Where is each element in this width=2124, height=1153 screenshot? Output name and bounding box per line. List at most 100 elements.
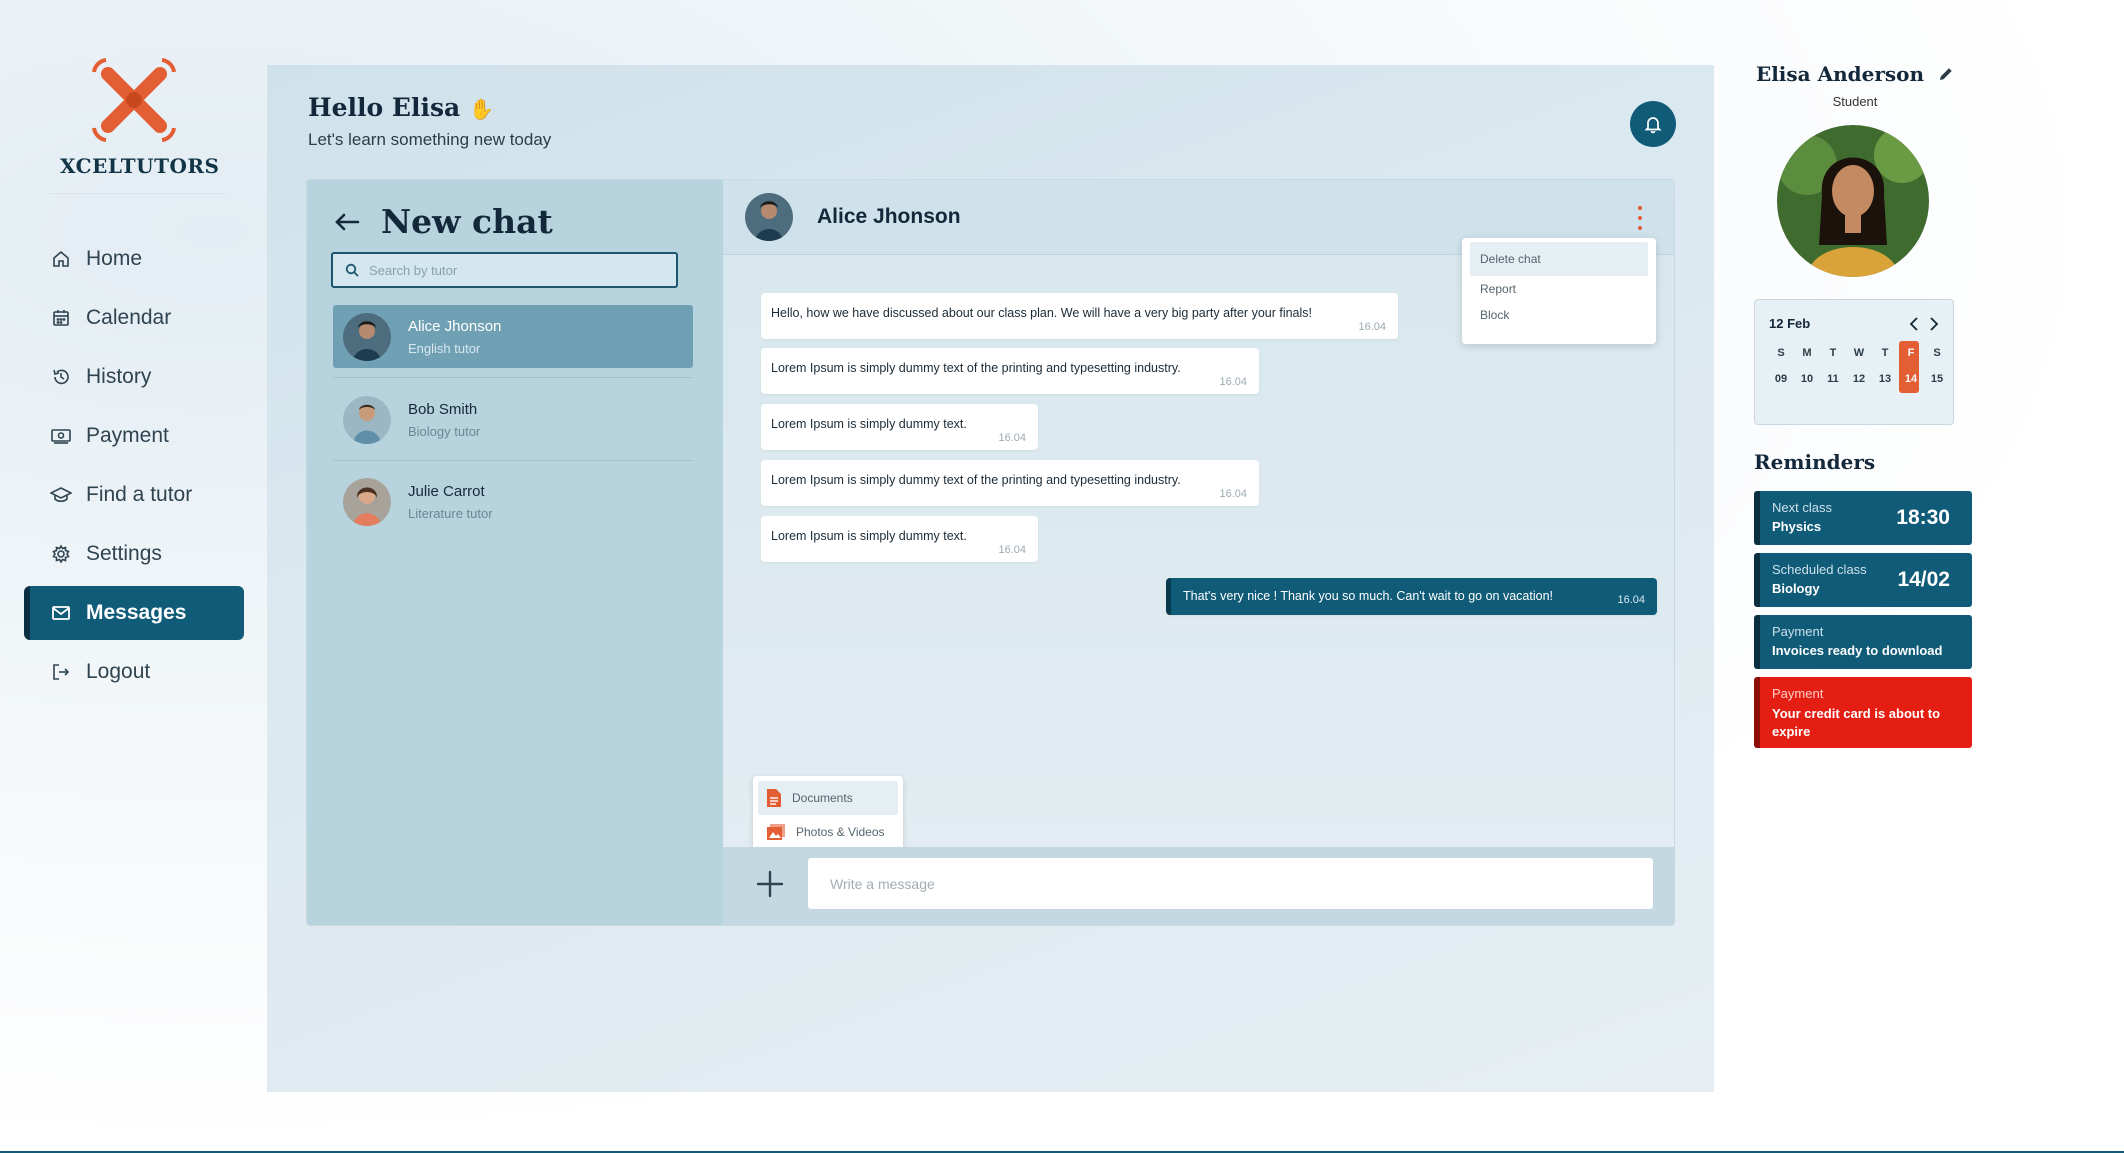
message-text: That's very nice ! Thank you so much. Ca… xyxy=(1183,589,1554,603)
tutor-role: English tutor xyxy=(408,340,481,356)
message-bubble: Lorem Ipsum is simply dummy text. 16.04 xyxy=(761,404,1038,450)
main-panel: Hello Elisa ✋ Let's learn something new … xyxy=(267,65,1714,1092)
message-text: Lorem Ipsum is simply dummy text of the … xyxy=(771,473,1181,487)
calendar-day[interactable]: 09 xyxy=(1769,371,1793,387)
brand-logo[interactable]: XCELTUTORS xyxy=(60,52,219,178)
chevron-left-icon[interactable] xyxy=(1909,316,1919,331)
calendar-day[interactable]: 12 xyxy=(1847,371,1871,387)
waving-hand-icon: ✋ xyxy=(468,97,494,121)
chevron-right-icon[interactable] xyxy=(1929,316,1939,331)
message-time: 16.04 xyxy=(1219,488,1247,500)
tutor-item-bob[interactable]: Bob Smith Biology tutor xyxy=(333,388,693,451)
nav-item-settings[interactable]: Settings xyxy=(24,527,244,581)
message-text: Lorem Ipsum is simply dummy text of the … xyxy=(771,361,1181,375)
tutor-item-alice[interactable]: Alice Jhonson English tutor xyxy=(333,305,693,368)
avatar xyxy=(343,477,391,526)
attach-documents[interactable]: Documents xyxy=(758,781,898,815)
calendar-day-selected[interactable]: 14 xyxy=(1899,371,1923,387)
calendar-day[interactable]: 15 xyxy=(1925,371,1949,387)
reminder-value: Your credit card is about to expire xyxy=(1772,706,1941,739)
message-time: 16.04 xyxy=(1219,376,1247,388)
photos-icon xyxy=(767,824,785,840)
gear-icon xyxy=(50,543,72,565)
calendar-day[interactable]: 11 xyxy=(1821,371,1845,387)
tutor-name: Bob Smith xyxy=(408,400,478,418)
profile-name: Elisa Anderson xyxy=(1755,62,1925,86)
reminder-time: 18:30 xyxy=(1896,506,1950,529)
plus-icon[interactable] xyxy=(755,869,785,899)
greeting-subtitle: Let's learn something new today xyxy=(308,130,552,149)
message-input[interactable] xyxy=(808,858,1653,909)
profile-role: Student xyxy=(1832,94,1878,109)
reminder-kind: Payment xyxy=(1772,686,1824,701)
menu-item-block[interactable]: Block xyxy=(1470,302,1648,328)
message-time: 16.04 xyxy=(998,544,1026,556)
message-text: Lorem Ipsum is simply dummy text. xyxy=(771,529,967,543)
chat-options-menu: Delete chat Report Block xyxy=(1462,238,1656,344)
menu-item-report[interactable]: Report xyxy=(1470,276,1648,302)
home-icon xyxy=(50,248,72,270)
bell-icon xyxy=(1644,117,1662,134)
contact-name: Alice Jhonson xyxy=(817,205,961,228)
document-icon xyxy=(767,789,781,807)
menu-item-delete-chat[interactable]: Delete chat xyxy=(1470,242,1648,276)
weekday-label: S xyxy=(1777,347,1785,359)
attach-photos-videos[interactable]: Photos & Videos xyxy=(758,815,898,849)
nav-label: Settings xyxy=(86,542,162,565)
reminder-scheduled-class[interactable]: Scheduled class Biology 14/02 xyxy=(1754,553,1972,607)
more-options-icon[interactable] xyxy=(1636,206,1644,230)
nav-label: Payment xyxy=(86,424,169,447)
mini-calendar: 12 Feb S M T W T F S 09 10 11 12 13 14 1… xyxy=(1754,299,1954,425)
avatar xyxy=(343,395,391,444)
back-arrow-icon[interactable] xyxy=(333,210,361,234)
message-bubble: Lorem Ipsum is simply dummy text of the … xyxy=(761,348,1259,394)
reminder-kind: Payment xyxy=(1772,624,1824,639)
message-text: Hello, how we have discussed about our c… xyxy=(771,306,1313,320)
greeting-title: Hello Elisa ✋ xyxy=(308,93,494,122)
notifications-button[interactable] xyxy=(1630,101,1676,147)
payment-icon xyxy=(50,425,72,447)
sidebar-nav: Home Calendar History Payment Find a tut… xyxy=(24,232,244,704)
nav-item-home[interactable]: Home xyxy=(24,232,244,286)
nav-item-find-tutor[interactable]: Find a tutor xyxy=(24,468,244,522)
greeting: Hello Elisa ✋ Let's learn something new … xyxy=(308,93,551,150)
reminder-payment-card-expiry[interactable]: Payment Your credit card is about to exp… xyxy=(1754,677,1972,748)
nav-label: Messages xyxy=(86,601,187,624)
new-chat-title: New chat xyxy=(381,202,553,241)
message-bubble: Lorem Ipsum is simply dummy text. 16.04 xyxy=(761,516,1038,562)
nav-item-logout[interactable]: Logout xyxy=(24,645,244,699)
contact-avatar xyxy=(745,193,793,241)
calendar-day[interactable]: 13 xyxy=(1873,371,1897,387)
calendar-day[interactable]: 10 xyxy=(1795,371,1819,387)
mail-icon xyxy=(50,602,72,624)
message-time: 16.04 xyxy=(998,432,1026,444)
nav-item-messages[interactable]: Messages xyxy=(24,586,244,640)
weekday-label: W xyxy=(1853,347,1865,359)
tutor-search xyxy=(331,252,678,288)
nav-item-calendar[interactable]: Calendar xyxy=(24,291,244,345)
message-composer xyxy=(723,847,1674,925)
reminder-next-class[interactable]: Next class Physics 18:30 xyxy=(1754,491,1972,545)
nav-label: History xyxy=(86,365,152,388)
outgoing-message-bubble: That's very nice ! Thank you so much. Ca… xyxy=(1166,578,1657,615)
avatar xyxy=(343,312,391,361)
reminder-payment-invoices[interactable]: Payment Invoices ready to download xyxy=(1754,615,1972,669)
nav-item-history[interactable]: History xyxy=(24,350,244,404)
chat-card: New chat Alice Jhonson English tutor xyxy=(306,179,1675,926)
logout-icon xyxy=(50,661,72,683)
search-input[interactable] xyxy=(369,262,669,278)
tutor-role: Literature tutor xyxy=(408,505,493,521)
tutor-name: Julie Carrot xyxy=(408,482,485,500)
divider xyxy=(333,377,693,378)
edit-pencil-icon[interactable] xyxy=(1938,66,1954,82)
nav-label: Find a tutor xyxy=(86,483,193,506)
weekday-label: T xyxy=(1881,347,1889,359)
nav-item-payment[interactable]: Payment xyxy=(24,409,244,463)
reminder-value: Invoices ready to download xyxy=(1772,643,1943,658)
message-time: 16.04 xyxy=(1358,321,1386,333)
profile-avatar[interactable] xyxy=(1777,125,1929,277)
tutor-item-julie[interactable]: Julie Carrot Literature tutor xyxy=(333,470,693,533)
calendar-month-label: 12 Feb xyxy=(1769,316,1811,331)
message-time: 16.04 xyxy=(1617,594,1645,606)
message-bubble: Hello, how we have discussed about our c… xyxy=(761,293,1398,339)
